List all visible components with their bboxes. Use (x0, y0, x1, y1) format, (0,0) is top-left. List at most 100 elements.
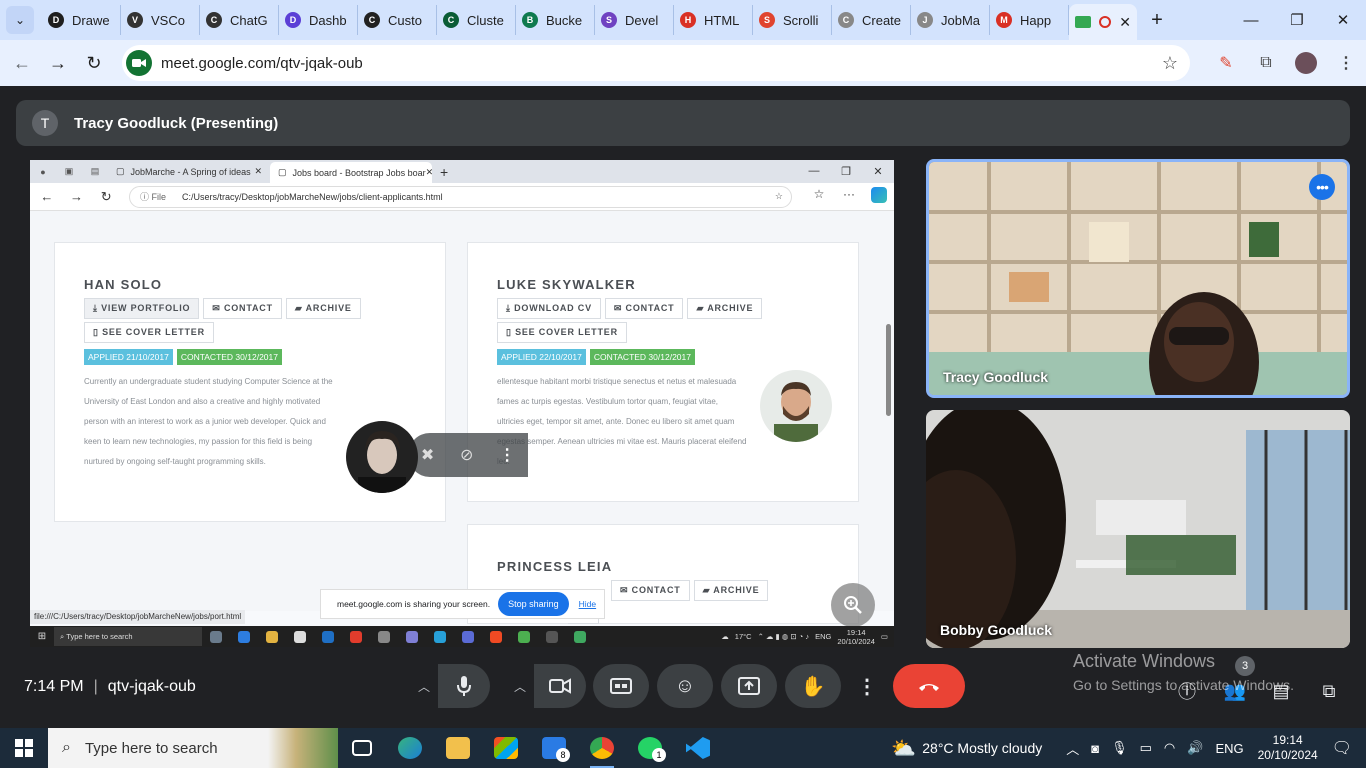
microphone-button[interactable] (438, 664, 490, 708)
contact-button[interactable]: ✉ CONTACT (604, 298, 684, 319)
windows-start-icon[interactable]: ⊞ (30, 631, 54, 642)
restore-icon[interactable]: ❐ (830, 165, 862, 178)
back-button[interactable]: ← (4, 45, 40, 81)
taskbar-search-box[interactable]: ⌕ Type here to search (48, 728, 338, 768)
tab-search-button[interactable]: ⌄ (6, 6, 34, 34)
browser-tab[interactable]: B Bucke (516, 5, 595, 35)
raise-hand-button[interactable]: ✋ (785, 664, 841, 708)
mute-icon[interactable]: ⊘ (460, 445, 473, 465)
browser-tab[interactable]: C Custo (358, 5, 437, 35)
browser-tab[interactable]: S Scrolli (753, 5, 832, 35)
participant-tile-bobby[interactable]: Bobby Goodluck (926, 410, 1350, 648)
audio-options-chevron-icon[interactable]: ︿ (408, 664, 440, 708)
notification-icon[interactable]: ▭ (881, 632, 888, 641)
app-icon[interactable] (370, 630, 398, 644)
vscode-icon[interactable] (674, 728, 722, 768)
archive-button[interactable]: ▰ ARCHIVE (285, 298, 361, 319)
browser-tab[interactable]: C Cluste (437, 5, 516, 35)
page-scrollbar[interactable] (886, 220, 892, 615)
windows-start-button[interactable] (0, 728, 48, 768)
profile-avatar[interactable] (1286, 40, 1326, 86)
show-hidden-icons-chevron[interactable]: ︿ (1066, 739, 1079, 758)
app-icon[interactable] (538, 630, 566, 644)
archive-button[interactable]: ▰ ARCHIVE (687, 298, 763, 319)
battery-icon[interactable]: ▭ (1140, 740, 1152, 756)
file-explorer-icon[interactable] (434, 728, 482, 768)
browser-tab[interactable]: D Dashb (279, 5, 358, 35)
contact-button[interactable]: ✉ CONTACT (611, 580, 690, 601)
close-tab-icon[interactable]: ✕ (426, 167, 432, 178)
copilot-icon[interactable] (864, 187, 894, 206)
new-tab-button[interactable]: + (1143, 6, 1171, 34)
video-options-chevron-icon[interactable]: ︿ (504, 664, 536, 708)
cover-letter-button[interactable]: ▯ SEE COVER LETTER (84, 322, 214, 343)
microphone-tray-icon[interactable]: 🎙 (1111, 740, 1128, 756)
stop-sharing-button[interactable]: Stop sharing (498, 592, 569, 616)
edge-tab-actions-icon[interactable]: ▤ (82, 166, 108, 177)
minimize-button[interactable]: — (1228, 0, 1274, 40)
edge-icon[interactable] (426, 630, 454, 644)
refresh-icon[interactable]: ↻ (91, 189, 121, 205)
more-icon[interactable]: ··· (834, 187, 864, 206)
present-screen-button[interactable] (721, 664, 777, 708)
app-icon[interactable] (342, 630, 370, 644)
app-icon[interactable] (454, 630, 482, 644)
address-bar[interactable]: meet.google.com/qtv-jqak-oub ☆ (122, 45, 1190, 81)
download-cv-button[interactable]: ⤓ DOWNLOAD CV (497, 298, 601, 319)
weather-text[interactable]: 28°C Mostly cloudy (922, 740, 1042, 756)
whatsapp-icon[interactable]: 1 (626, 728, 674, 768)
explorer-icon[interactable] (258, 630, 286, 644)
leave-call-button[interactable] (893, 664, 965, 708)
contact-button[interactable]: ✉ CONTACT (203, 298, 282, 319)
favorites-icon[interactable]: ☆ (804, 187, 834, 206)
scrollbar-thumb[interactable] (886, 324, 891, 416)
edge-tab-jobs-board[interactable]: ▢ Jobs board - Bootstrap Jobs boar ✕ (270, 162, 432, 183)
edge-address-bar[interactable]: ⓘ File C:/Users/tracy/Desktop/jobMarcheN… (129, 185, 792, 208)
menu-kebab-icon[interactable]: ⋮ (1326, 40, 1366, 86)
browser-tab[interactable]: V VSCo (121, 5, 200, 35)
zoom-in-button[interactable] (831, 583, 875, 627)
brave-icon[interactable] (482, 630, 510, 644)
taskbar-clock[interactable]: 19:14 20/10/2024 (1258, 733, 1318, 763)
edge-profile-icon[interactable]: ● (30, 167, 56, 177)
mail-icon[interactable]: 8 (530, 728, 578, 768)
close-icon[interactable]: ✕ (862, 165, 894, 178)
app-icon[interactable] (566, 630, 594, 644)
store-icon[interactable] (286, 630, 314, 644)
close-tab-icon[interactable]: ✕ (1119, 14, 1131, 31)
camera-tray-icon[interactable]: ◙ (1091, 741, 1099, 756)
camera-button[interactable] (534, 664, 586, 708)
browser-tab[interactable]: D Drawe (42, 5, 121, 35)
tray-icons[interactable]: ⌃ ☁ ▮ ◍ ⊡ ◔ ♪ (758, 632, 810, 641)
more-options-button[interactable]: ⋮ (849, 664, 885, 708)
favorite-star-icon[interactable]: ☆ (775, 191, 783, 202)
restore-button[interactable]: ❐ (1274, 0, 1320, 40)
outlook-icon[interactable] (314, 630, 342, 644)
browser-tab[interactable]: C Create (832, 5, 911, 35)
microsoft-store-icon[interactable] (482, 728, 530, 768)
extensions-puzzle-icon[interactable]: ⧉ (1246, 40, 1286, 86)
browser-tab[interactable]: S Devel (595, 5, 674, 35)
captions-button[interactable] (593, 664, 649, 708)
more-options-icon[interactable]: ⋮ (499, 445, 515, 465)
reactions-button[interactable]: ☺ (657, 664, 713, 708)
language-indicator[interactable]: ENG (1215, 741, 1243, 756)
bookmark-star-icon[interactable]: ☆ (1162, 53, 1178, 74)
cover-letter-button[interactable]: ▯ SEE COVER LETTER (497, 322, 627, 343)
tile-more-options-icon[interactable]: ••• (1309, 174, 1335, 200)
edge-tab-jobmarche[interactable]: ▢ JobMarche - A Spring of ideas ✕ (108, 161, 270, 182)
browser-tab[interactable]: M Happ (990, 5, 1069, 35)
forward-icon[interactable]: → (62, 189, 92, 204)
participant-tile-tracy[interactable]: ••• Tracy Goodluck (926, 159, 1350, 398)
browser-tab[interactable]: H HTML (674, 5, 753, 35)
close-window-button[interactable]: ✕ (1320, 0, 1366, 40)
forward-button[interactable]: → (40, 45, 76, 81)
close-tab-icon[interactable]: ✕ (254, 166, 262, 177)
volume-icon[interactable]: 🔊 (1187, 740, 1203, 756)
new-tab-icon[interactable]: + (440, 164, 448, 180)
inner-search-box[interactable]: ⌕ Type here to search (54, 627, 202, 646)
reload-button[interactable]: ↻ (76, 45, 112, 81)
chrome-icon[interactable] (510, 630, 538, 644)
copilot-app-icon[interactable] (230, 630, 258, 644)
wifi-icon[interactable]: ◠ (1164, 740, 1175, 756)
